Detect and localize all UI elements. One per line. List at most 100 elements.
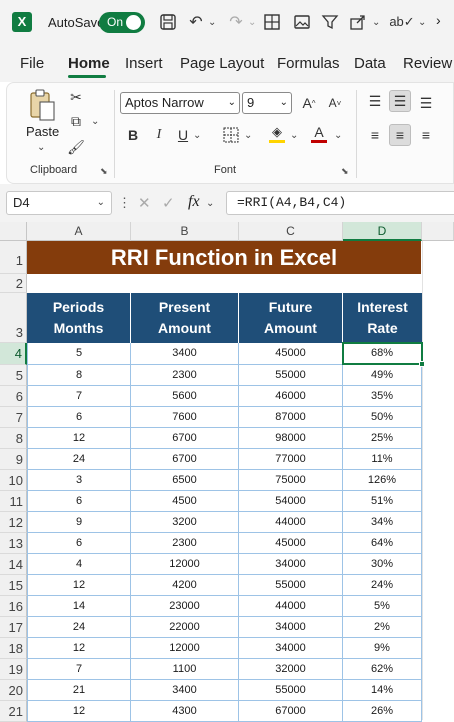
cell-future-amount[interactable]: 45000 — [239, 533, 343, 554]
row-header-8[interactable]: 8 — [0, 428, 27, 449]
row-header-1[interactable]: 1 — [0, 241, 27, 274]
cell-interest-rate[interactable]: 26% — [343, 701, 422, 722]
cell-future-amount[interactable]: 87000 — [239, 407, 343, 428]
cell-interest-rate[interactable]: 30% — [343, 554, 422, 575]
cell-interest-rate[interactable]: 2% — [343, 617, 422, 638]
cell-future-amount[interactable]: 34000 — [239, 617, 343, 638]
cell-future-amount[interactable]: 77000 — [239, 449, 343, 470]
formula-input[interactable]: =RRI(A4,B4,C4) — [226, 191, 454, 215]
row-header-5[interactable]: 5 — [0, 365, 27, 386]
filter-icon[interactable] — [318, 10, 342, 34]
cell-present-amount[interactable]: 2300 — [131, 365, 239, 386]
cell-interest-rate[interactable]: 64% — [343, 533, 422, 554]
image-icon[interactable] — [290, 10, 314, 34]
borders-button-icon[interactable] — [220, 124, 242, 146]
font-size-dropdown-icon[interactable]: ⌄ — [280, 93, 288, 113]
column-header-c[interactable]: C — [239, 222, 343, 241]
paste-button[interactable]: Paste — [26, 124, 59, 139]
cell-present-amount[interactable]: 6700 — [131, 428, 239, 449]
cell-future-amount[interactable]: 34000 — [239, 554, 343, 575]
cell-interest-rate[interactable]: 9% — [343, 638, 422, 659]
cell-present-amount[interactable]: 4300 — [131, 701, 239, 722]
share-icon[interactable] — [346, 10, 370, 34]
font-color-icon[interactable]: A — [308, 122, 330, 144]
tab-page-layout[interactable]: Page Layout — [180, 55, 264, 72]
cell-future-amount[interactable]: 98000 — [239, 428, 343, 449]
cell-future-amount[interactable]: 46000 — [239, 386, 343, 407]
cell-periods[interactable]: 12 — [27, 701, 131, 722]
cell-interest-rate[interactable]: 126% — [343, 470, 422, 491]
copy-dropdown-icon[interactable]: ⌄ — [91, 116, 99, 127]
increase-font-icon[interactable]: A ^ — [298, 92, 320, 114]
cell-interest-rate[interactable]: 24% — [343, 575, 422, 596]
name-box[interactable]: D4 ⌄ — [6, 191, 112, 215]
column-header-d[interactable]: D — [343, 222, 422, 241]
cancel-icon[interactable]: ✕ — [138, 194, 151, 212]
row-header-17[interactable]: 17 — [0, 617, 27, 638]
row-header-9[interactable]: 9 — [0, 449, 27, 470]
cell-interest-rate[interactable]: 5% — [343, 596, 422, 617]
cell-periods[interactable]: 12 — [27, 575, 131, 596]
row-header-18[interactable]: 18 — [0, 638, 27, 659]
cell-periods[interactable]: 12 — [27, 638, 131, 659]
cell-periods[interactable]: 7 — [27, 659, 131, 680]
cell-periods[interactable]: 12 — [27, 428, 131, 449]
redo-icon[interactable]: ↷ — [224, 10, 248, 34]
cell-present-amount[interactable]: 3400 — [131, 680, 239, 701]
italic-button[interactable]: I — [148, 124, 170, 146]
font-size-combo[interactable]: 9 ⌄ — [242, 92, 292, 114]
spelling-icon[interactable]: ab✓ — [389, 10, 414, 34]
row-header-2[interactable]: 2 — [0, 274, 27, 293]
formula-bar-more-icon[interactable]: ⋮ — [118, 195, 131, 211]
font-name-dropdown-icon[interactable]: ⌄ — [228, 93, 236, 113]
spelling-dropdown-icon[interactable]: ⌄ — [418, 17, 426, 28]
undo-icon[interactable]: ↶ — [184, 10, 208, 34]
undo-dropdown-icon[interactable]: ⌄ — [208, 17, 216, 28]
cell-interest-rate[interactable]: 50% — [343, 407, 422, 428]
font-color-dropdown-icon[interactable]: ⌄ — [334, 130, 342, 141]
row-header-20[interactable]: 20 — [0, 680, 27, 701]
underline-dropdown-icon[interactable]: ⌄ — [193, 130, 201, 141]
row-header-15[interactable]: 15 — [0, 575, 27, 596]
cell-present-amount[interactable]: 7600 — [131, 407, 239, 428]
cell-periods[interactable]: 3 — [27, 470, 131, 491]
align-right-icon[interactable]: ≡ — [415, 124, 437, 146]
cell-future-amount[interactable]: 34000 — [239, 638, 343, 659]
row-header-4[interactable]: 4 — [0, 343, 27, 365]
column-header-b[interactable]: B — [131, 222, 239, 241]
cell-present-amount[interactable]: 4500 — [131, 491, 239, 512]
header-present-amount[interactable]: Present Amount — [131, 293, 239, 343]
decrease-font-icon[interactable]: A ˅ — [324, 92, 346, 114]
column-header-e[interactable] — [422, 222, 454, 241]
font-name-combo[interactable]: Aptos Narrow ⌄ — [120, 92, 240, 114]
cell-present-amount[interactable]: 2300 — [131, 533, 239, 554]
tab-data[interactable]: Data — [354, 55, 386, 72]
fill-color-dropdown-icon[interactable]: ⌄ — [290, 130, 298, 141]
tab-home[interactable]: Home — [68, 55, 110, 72]
cell-future-amount[interactable]: 32000 — [239, 659, 343, 680]
row-header-3[interactable]: 3 — [0, 293, 27, 343]
cell-interest-rate[interactable]: 11% — [343, 449, 422, 470]
align-left-icon[interactable]: ≡ — [364, 124, 386, 146]
paste-dropdown-icon[interactable]: ⌄ — [37, 142, 45, 153]
bold-button[interactable]: B — [122, 124, 144, 146]
cell-periods[interactable]: 7 — [27, 386, 131, 407]
cell-present-amount[interactable]: 23000 — [131, 596, 239, 617]
underline-button[interactable]: U — [172, 124, 194, 146]
cell-interest-rate[interactable]: 51% — [343, 491, 422, 512]
cell-interest-rate[interactable]: 35% — [343, 386, 422, 407]
tab-review[interactable]: Review — [403, 55, 452, 72]
fill-color-icon[interactable]: ◈ — [266, 122, 288, 144]
row-header-12[interactable]: 12 — [0, 512, 27, 533]
header-periods[interactable]: Periods Months — [27, 293, 131, 343]
cell-future-amount[interactable]: 54000 — [239, 491, 343, 512]
cell-future-amount[interactable]: 75000 — [239, 470, 343, 491]
cell-periods[interactable]: 6 — [27, 491, 131, 512]
select-all-corner[interactable] — [0, 222, 27, 241]
align-bottom-icon[interactable]: ☰ — [415, 92, 437, 114]
row-header-16[interactable]: 16 — [0, 596, 27, 617]
row-header-10[interactable]: 10 — [0, 470, 27, 491]
fill-handle[interactable] — [419, 361, 425, 367]
copy-icon[interactable]: ⧉ — [65, 110, 87, 132]
font-launcher-icon[interactable]: ⬊ — [341, 166, 349, 177]
